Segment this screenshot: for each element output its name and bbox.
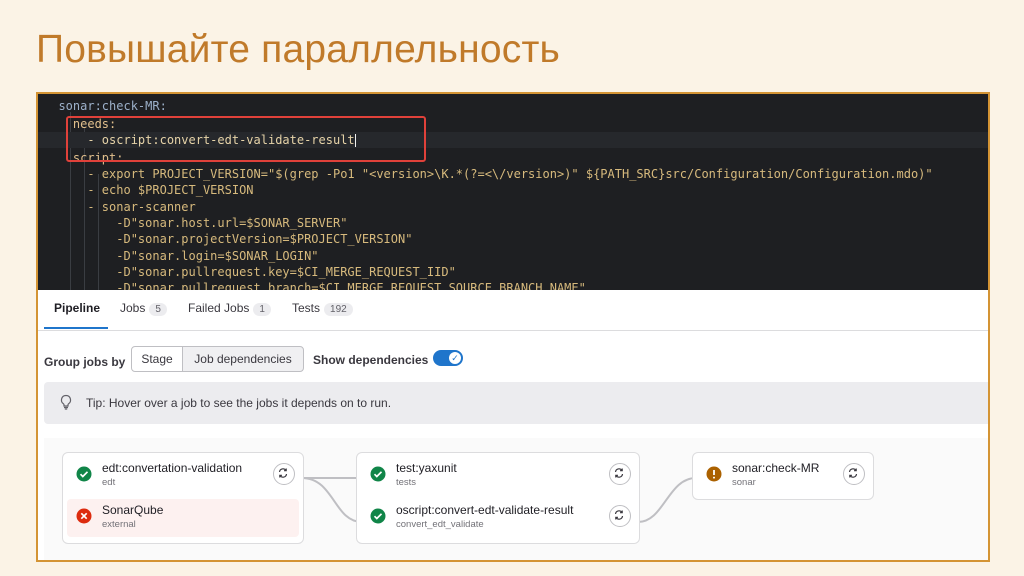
- tab-bar: Pipeline Jobs 5 Failed Jobs 1 Tests 192: [38, 290, 988, 331]
- tip-banner: Tip: Hover over a job to see the jobs it…: [44, 382, 988, 424]
- code-line-9: -D"sonar.projectVersion=$PROJECT_VERSION…: [44, 232, 413, 246]
- job-name: oscript:convert-edt-validate-result: [396, 503, 574, 517]
- warning-status-icon: [706, 466, 722, 482]
- group-by-stage-button[interactable]: Stage: [131, 346, 183, 372]
- group-by-dependencies-button[interactable]: Job dependencies: [182, 346, 304, 372]
- code-line-6: - echo $PROJECT_VERSION: [44, 183, 254, 197]
- success-status-icon: [370, 466, 386, 482]
- stage-column-1: edt:convertation-validation edt SonarQub…: [62, 452, 304, 544]
- check-icon: ✓: [449, 352, 461, 364]
- job-stage: convert_edt_validate: [396, 519, 484, 530]
- job-sonar-check-mr[interactable]: sonar:check-MR sonar: [697, 457, 869, 495]
- slide-title: Повышайте параллельность: [36, 28, 561, 71]
- job-stage: sonar: [732, 477, 756, 488]
- tab-pipeline-label: Pipeline: [54, 301, 101, 315]
- group-jobs-label: Group jobs by: [44, 355, 126, 369]
- job-stage: tests: [396, 477, 417, 488]
- code-line-5: - export PROJECT_VERSION="$(grep -Po1 "<…: [44, 167, 933, 181]
- tip-text: Tip: Hover over a job to see the jobs it…: [86, 396, 392, 410]
- pipeline-graph: edt:convertation-validation edt SonarQub…: [44, 438, 988, 560]
- tab-jobs[interactable]: Jobs 5: [120, 301, 167, 316]
- code-editor[interactable]: sonar:check-MR: needs: - oscript:convert…: [38, 94, 988, 290]
- job-test-yaxunit[interactable]: test:yaxunit tests: [361, 457, 635, 495]
- code-line-11: -D"sonar.pullrequest.key=$CI_MERGE_REQUE…: [44, 265, 456, 279]
- tab-tests-count: 192: [324, 303, 353, 316]
- retry-icon: [848, 468, 858, 478]
- code-line-10: -D"sonar.login=$SONAR_LOGIN": [44, 249, 319, 263]
- retry-icon: [278, 468, 288, 478]
- pipeline-pane: Pipeline Jobs 5 Failed Jobs 1 Tests 192 Gro…: [38, 290, 988, 560]
- tab-failed-jobs-count: 1: [253, 303, 271, 316]
- retry-button[interactable]: [609, 463, 631, 485]
- needs-highlight-box: [66, 116, 426, 162]
- job-edt-convertation-validation[interactable]: edt:convertation-validation edt: [67, 457, 299, 495]
- success-status-icon: [370, 508, 386, 524]
- stage-column-2: test:yaxunit tests oscript:convert-edt-v…: [356, 452, 640, 544]
- tab-jobs-count: 5: [149, 303, 167, 316]
- failed-status-icon: [76, 508, 92, 524]
- retry-icon: [614, 510, 624, 520]
- tab-failed-jobs-label: Failed Jobs: [188, 301, 250, 315]
- job-stage: edt: [102, 477, 116, 488]
- active-tab-indicator: [44, 327, 108, 329]
- code-line-8: -D"sonar.host.url=$SONAR_SERVER": [44, 216, 348, 230]
- tab-tests[interactable]: Tests 192: [292, 301, 353, 316]
- retry-button[interactable]: [609, 505, 631, 527]
- job-stage: external: [102, 519, 136, 530]
- tab-tests-label: Tests: [292, 301, 321, 315]
- tab-pipeline[interactable]: Pipeline: [54, 301, 100, 315]
- retry-icon: [614, 468, 624, 478]
- job-name: edt:convertation-validation: [102, 461, 243, 475]
- job-name: sonar:check-MR: [732, 461, 820, 475]
- lightbulb-icon: [60, 394, 72, 410]
- tab-jobs-label: Jobs: [120, 301, 146, 315]
- job-oscript-convert-edt-validate-result[interactable]: oscript:convert-edt-validate-result conv…: [361, 499, 635, 537]
- retry-button[interactable]: [843, 463, 865, 485]
- job-name: test:yaxunit: [396, 461, 457, 475]
- show-dependencies-label: Show dependencies: [313, 353, 429, 367]
- stage-column-3: sonar:check-MR sonar: [692, 452, 874, 500]
- job-name: SonarQube: [102, 503, 164, 517]
- screenshot-frame: sonar:check-MR: needs: - oscript:convert…: [36, 92, 990, 562]
- code-line-7: - sonar-scanner: [44, 200, 196, 214]
- job-sonarqube[interactable]: SonarQube external: [67, 499, 299, 537]
- retry-button[interactable]: [273, 463, 295, 485]
- code-line-12: -D"sonar.pullrequest.branch=$CI_MERGE_RE…: [44, 281, 586, 290]
- tab-failed-jobs[interactable]: Failed Jobs 1: [188, 301, 271, 316]
- code-line-1: sonar:check-MR:: [44, 99, 167, 113]
- success-status-icon: [76, 466, 92, 482]
- show-dependencies-toggle[interactable]: ✓: [433, 350, 463, 366]
